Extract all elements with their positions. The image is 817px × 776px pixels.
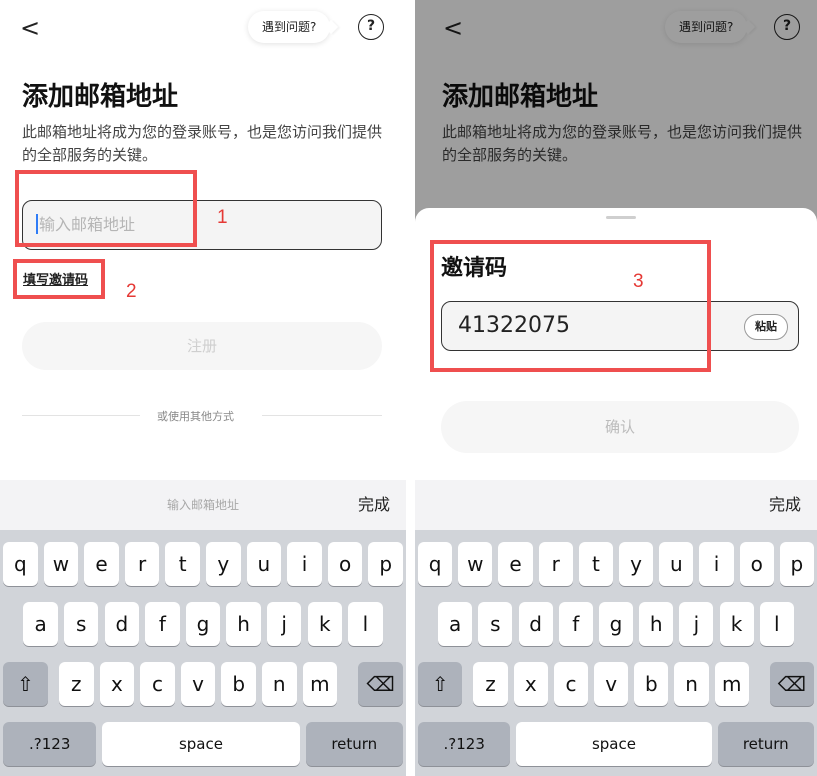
- help-button[interactable]: 遇到问题?: [248, 11, 331, 43]
- back-button[interactable]: <: [20, 16, 40, 40]
- annotation-label-1: 1: [217, 207, 228, 228]
- key-t[interactable]: t: [578, 542, 613, 586]
- key-t[interactable]: t: [165, 542, 200, 586]
- key-o[interactable]: o: [739, 542, 774, 586]
- divider-right: [262, 415, 382, 416]
- key-k[interactable]: k: [307, 602, 343, 646]
- key-x[interactable]: x: [513, 662, 548, 706]
- backspace-key-icon[interactable]: ⌫: [769, 662, 814, 706]
- key-r[interactable]: r: [538, 542, 573, 586]
- sheet-grab-handle[interactable]: [606, 216, 636, 219]
- key-c[interactable]: c: [140, 662, 175, 706]
- key-s[interactable]: s: [478, 602, 513, 646]
- key-g[interactable]: g: [185, 602, 221, 646]
- key-z[interactable]: z: [473, 662, 508, 706]
- key-j[interactable]: j: [679, 602, 714, 646]
- key-q[interactable]: q: [3, 542, 38, 586]
- key-l[interactable]: l: [348, 602, 383, 646]
- key-w[interactable]: w: [43, 542, 79, 586]
- left-screen: < 遇到问题? ? 添加邮箱地址 此邮箱地址将成为您的登录账号，也是您访问我们提…: [0, 0, 406, 776]
- keyboard-done-button[interactable]: 完成: [358, 480, 390, 530]
- return-key[interactable]: return: [305, 722, 403, 766]
- key-u[interactable]: u: [659, 542, 694, 586]
- key-o[interactable]: o: [327, 542, 363, 586]
- paste-button[interactable]: 粘贴: [744, 314, 788, 340]
- key-m[interactable]: m: [302, 662, 338, 706]
- key-z[interactable]: z: [58, 662, 94, 706]
- key-f[interactable]: f: [558, 602, 593, 646]
- page-title: 添加邮箱地址: [22, 82, 179, 112]
- confirm-button[interactable]: 确认: [441, 401, 799, 453]
- space-key[interactable]: space: [516, 722, 712, 766]
- key-m[interactable]: m: [714, 662, 749, 706]
- help-icon[interactable]: ?: [358, 14, 384, 40]
- key-n[interactable]: n: [674, 662, 709, 706]
- annotation-box-1: [15, 170, 197, 247]
- backspace-key-icon[interactable]: ⌫: [358, 662, 403, 706]
- key-b[interactable]: b: [221, 662, 256, 706]
- key-d[interactable]: d: [104, 602, 140, 646]
- key-e[interactable]: e: [84, 542, 119, 586]
- other-methods-label: 或使用其他方式: [157, 410, 234, 423]
- annotation-box-2: [13, 259, 105, 299]
- key-r[interactable]: r: [124, 542, 160, 586]
- key-e[interactable]: e: [498, 542, 533, 586]
- shift-key-icon[interactable]: ⇧: [418, 662, 463, 706]
- keyboard-toolbar: 完成: [415, 480, 817, 530]
- right-screen: < 遇到问题? ? 添加邮箱地址 此邮箱地址将成为您的登录账号，也是您访问我们提…: [415, 0, 817, 776]
- keyboard-done-button[interactable]: 完成: [769, 480, 801, 530]
- key-l[interactable]: l: [759, 602, 794, 646]
- panel-gap: [406, 0, 415, 776]
- shift-key-icon[interactable]: ⇧: [3, 662, 48, 706]
- key-a[interactable]: a: [438, 602, 473, 646]
- return-key[interactable]: return: [717, 722, 814, 766]
- space-key[interactable]: space: [102, 722, 300, 766]
- key-p[interactable]: p: [779, 542, 814, 586]
- key-b[interactable]: b: [634, 662, 669, 706]
- keyboard-toolbar: 输入邮箱地址 完成: [0, 480, 406, 530]
- page-description: 此邮箱地址将成为您的登录账号，也是您访问我们提供的全部服务的关键。: [22, 123, 383, 164]
- key-y[interactable]: y: [206, 542, 241, 586]
- key-k[interactable]: k: [719, 602, 754, 646]
- keyboard-hint: 输入邮箱地址: [166, 498, 239, 512]
- keyboard: 输入邮箱地址 完成 q w e r t y u i o p a s d f g h j k l ⇧ z x c v b n m ⌫.?…: [0, 480, 406, 776]
- key-q[interactable]: q: [418, 542, 453, 586]
- key-v[interactable]: v: [594, 662, 629, 706]
- key-h[interactable]: h: [639, 602, 674, 646]
- key-v[interactable]: v: [180, 662, 216, 706]
- symbols-key[interactable]: .?123: [418, 722, 511, 766]
- key-f[interactable]: f: [145, 602, 180, 646]
- annotation-box-3: [430, 240, 711, 372]
- divider-left: [22, 415, 140, 416]
- annotation-label-3: 3: [633, 271, 644, 292]
- symbols-key[interactable]: .?123: [3, 722, 97, 766]
- key-x[interactable]: x: [99, 662, 135, 706]
- key-h[interactable]: h: [226, 602, 261, 646]
- key-y[interactable]: y: [619, 542, 654, 586]
- key-i[interactable]: i: [699, 542, 734, 586]
- key-c[interactable]: c: [553, 662, 589, 706]
- key-s[interactable]: s: [63, 602, 99, 646]
- annotation-label-2: 2: [126, 281, 137, 302]
- key-u[interactable]: u: [246, 542, 282, 586]
- key-n[interactable]: n: [261, 662, 297, 706]
- key-d[interactable]: d: [518, 602, 553, 646]
- key-w[interactable]: w: [458, 542, 493, 586]
- key-j[interactable]: j: [266, 602, 302, 646]
- keyboard: 完成 q w e r t y u i o p a s d f g h j k l ⇧ z x c v b n m ⌫ .?123 spac…: [415, 480, 817, 776]
- register-button[interactable]: 注册: [22, 322, 382, 370]
- key-i[interactable]: i: [287, 542, 322, 586]
- key-a[interactable]: a: [23, 602, 58, 646]
- key-g[interactable]: g: [598, 602, 634, 646]
- key-p[interactable]: p: [368, 542, 403, 586]
